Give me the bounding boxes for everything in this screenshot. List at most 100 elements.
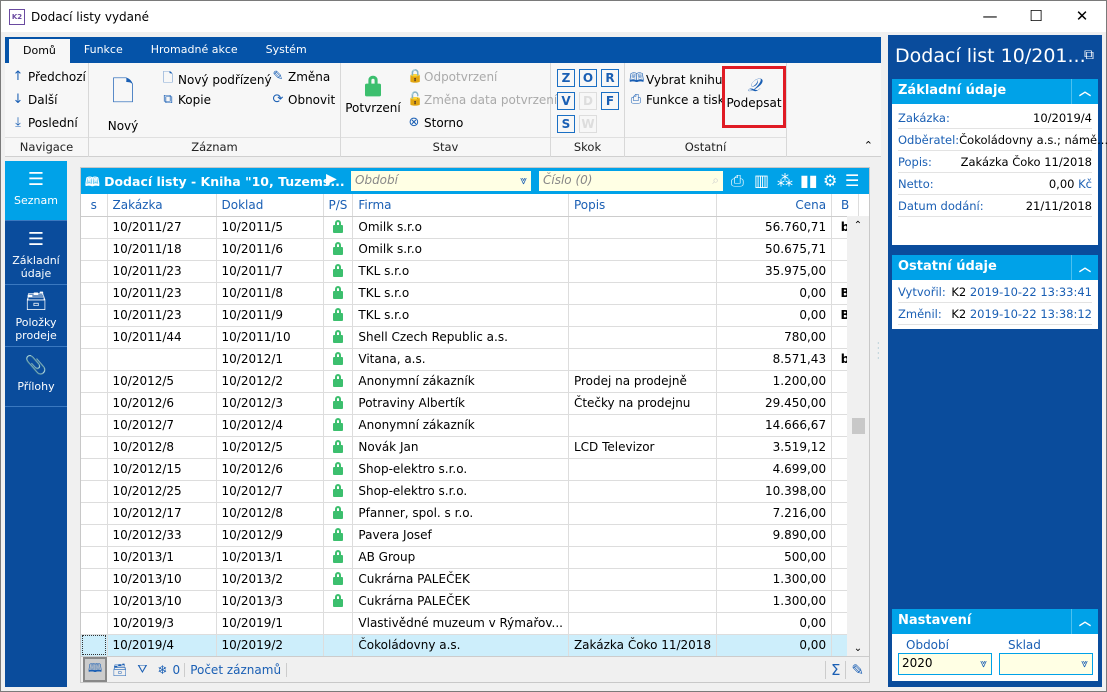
predchozi-button[interactable]: ↑ Předchozí bbox=[11, 69, 86, 84]
collapse-ribbon-icon[interactable]: ⌃ bbox=[864, 139, 873, 152]
cislo-input[interactable]: Číslo (0) ⌕ bbox=[539, 171, 723, 191]
table-row[interactable]: 10/2012/17 10/2012/8 Pfanner, spol. s r.o.… bbox=[81, 502, 860, 525]
nav-prilohy[interactable]: 📎 Přílohy bbox=[5, 347, 67, 407]
col-cena[interactable]: Cena bbox=[716, 194, 833, 217]
collapse-icon[interactable]: ︿ bbox=[1071, 255, 1098, 280]
popout-icon[interactable]: ⧉ bbox=[1084, 47, 1094, 63]
tab-funkce[interactable]: Funkce bbox=[70, 37, 137, 63]
nav-polozky-prodeje[interactable]: 🗃 Položky prodeje bbox=[5, 285, 67, 347]
kopie-label: Kopie bbox=[178, 92, 211, 107]
col-popis[interactable]: Popis bbox=[568, 194, 718, 217]
table-row[interactable]: 10/2011/23 10/2011/8 TKL s.r.o 0,00 B bbox=[81, 282, 860, 305]
vybrat-knihu-button[interactable]: 🕮 Vybrat knihu bbox=[629, 69, 723, 91]
archive-icon[interactable]: 🗃 bbox=[107, 663, 132, 677]
table-row[interactable]: 10/2012/25 10/2012/7 Shop-elektro s.r.o. 10… bbox=[81, 480, 860, 503]
maximize-button[interactable]: ☐ bbox=[1013, 1, 1059, 31]
novy-button[interactable]: 🗋 Nový bbox=[103, 71, 143, 133]
skok-z-button[interactable]: Z bbox=[557, 69, 575, 87]
zmena-button[interactable]: ✎ Změna bbox=[271, 69, 331, 84]
dalsi-button[interactable]: ↓ Další bbox=[11, 92, 58, 107]
skok-d-button[interactable]: D bbox=[579, 92, 597, 110]
columns-icon[interactable]: ▮▮ bbox=[800, 171, 818, 190]
novy-podrizeny-button[interactable]: 🗋 Nový podřízený bbox=[161, 69, 272, 91]
timestamp-link[interactable]: 2019-10-22 13:33:41 bbox=[970, 285, 1092, 299]
podepsat-button[interactable]: 𝒬 Podepsat bbox=[722, 66, 786, 128]
filter-icon[interactable]: ⛛ bbox=[132, 662, 152, 677]
posledni-button[interactable]: ⤓ Poslední bbox=[11, 115, 78, 130]
cubes-icon[interactable]: ⁂ bbox=[777, 171, 793, 190]
chart-icon[interactable]: ▥ bbox=[754, 171, 769, 190]
minimize-button[interactable]: — bbox=[967, 1, 1013, 31]
odpotvrzeni-button[interactable]: 🔒 Odpotvrzení bbox=[407, 69, 497, 84]
skok-o-button[interactable]: O bbox=[579, 69, 597, 87]
table-row[interactable]: 10/2012/5 10/2012/2 Anonymní zákazník Prode… bbox=[81, 370, 860, 393]
col-ps[interactable]: P/S bbox=[323, 194, 354, 217]
skok-r-button[interactable]: R bbox=[601, 69, 619, 87]
collapse-icon[interactable]: ︿ bbox=[1071, 609, 1098, 634]
vertical-scrollbar[interactable]: ⌃ ⌄ bbox=[847, 216, 869, 656]
snowflake-icon[interactable]: ❄ bbox=[152, 663, 172, 677]
obdobi-select[interactable]: 2020 ⩔ bbox=[898, 653, 992, 675]
edit-icon[interactable]: ✎ bbox=[845, 660, 869, 679]
sklad-select[interactable]: ⩔ bbox=[999, 653, 1093, 675]
skok-s-button[interactable]: S bbox=[557, 115, 575, 133]
table-row[interactable]: 10/2012/8 10/2012/5 Novák Jan LCD Televizor… bbox=[81, 436, 860, 459]
table-row[interactable]: 10/2012/15 10/2012/6 Shop-elektro s.r.o. 4.… bbox=[81, 458, 860, 481]
cell-popis bbox=[568, 546, 718, 569]
skok-f-button[interactable]: F bbox=[601, 92, 619, 110]
table-row[interactable]: 10/2013/10 10/2013/2 Cukrárna PALEČEK 1.300… bbox=[81, 568, 860, 591]
scroll-thumb[interactable] bbox=[852, 418, 865, 434]
table-row[interactable]: 10/2011/44 10/2011/10 Shell Czech Republic… bbox=[81, 326, 860, 349]
table-row[interactable]: 10/2012/1 Vitana, a.s. 8.571,43 b bbox=[81, 348, 860, 371]
table-row[interactable]: 10/2013/10 10/2013/3 Cukrárna PALEČEK 1.300… bbox=[81, 590, 860, 613]
table-row[interactable]: 10/2011/23 10/2011/7 TKL s.r.o 35.975,00 bbox=[81, 260, 860, 283]
menu-icon[interactable]: ☰ bbox=[845, 171, 859, 190]
scroll-up-icon[interactable]: ⌃ bbox=[847, 216, 869, 231]
print-icon[interactable]: ⎙ bbox=[731, 171, 744, 191]
search-icon[interactable]: ⌕ bbox=[712, 173, 719, 188]
tab-domu[interactable]: Domů bbox=[9, 39, 70, 63]
nav-seznam[interactable]: ☰ Seznam bbox=[5, 161, 67, 221]
col-zakazka[interactable]: Zakázka bbox=[107, 194, 217, 217]
dropdown-icon[interactable]: ⩔ bbox=[1081, 656, 1088, 671]
table-row[interactable]: 10/2019/3 10/2019/1 Vlastivědné muzeum v R… bbox=[81, 612, 860, 635]
record-count-button[interactable]: Počet záznamů bbox=[185, 662, 288, 677]
table-row[interactable]: 10/2019/4 10/2019/2 Čokoládovny a.s. Zakázk… bbox=[81, 634, 860, 657]
table-row[interactable]: 10/2012/6 10/2012/3 Potraviny Albertík Čteč… bbox=[81, 392, 860, 415]
sum-icon[interactable]: Σ bbox=[824, 660, 845, 679]
timestamp-link[interactable]: 2019-10-22 13:38:12 bbox=[970, 307, 1092, 321]
zmena-data-potvrzeni-button[interactable]: 🔓 Změna data potvrzení bbox=[407, 92, 557, 107]
collapse-icon[interactable]: ︿ bbox=[1071, 79, 1098, 104]
col-b[interactable]: B bbox=[831, 194, 860, 217]
tab-hromadne-akce[interactable]: Hromadné akce bbox=[137, 37, 252, 63]
skok-v-button[interactable]: V bbox=[557, 92, 575, 110]
play-icon[interactable]: ▶ bbox=[326, 171, 337, 187]
table-row[interactable]: 10/2013/1 10/2013/1 AB Group 500,00 bbox=[81, 546, 860, 569]
nav-zakladni-udaje[interactable]: ☰ Základní údaje bbox=[5, 223, 67, 285]
table-row[interactable]: 10/2011/18 10/2011/6 Omilk s.r.o 50.675,71 bbox=[81, 238, 860, 261]
table-row[interactable]: 10/2011/23 10/2011/9 TKL s.r.o 0,00 B bbox=[81, 304, 860, 327]
obnovit-button[interactable]: ⟳ Obnovit bbox=[271, 92, 336, 107]
gear-icon[interactable]: ⚙ bbox=[823, 171, 837, 190]
storno-button[interactable]: ⊗ Storno bbox=[407, 115, 464, 130]
col-firma[interactable]: Firma bbox=[352, 194, 569, 217]
scroll-down-icon[interactable]: ⌄ bbox=[847, 643, 869, 654]
tab-system[interactable]: Systém bbox=[252, 37, 321, 63]
kopie-button[interactable]: ⧉ Kopie bbox=[161, 92, 211, 107]
col-s[interactable]: s bbox=[81, 194, 108, 217]
obdobi-input[interactable]: Období ⩔ bbox=[351, 171, 531, 191]
splitter-handle[interactable]: · · · · bbox=[877, 340, 880, 363]
cell-firma: TKL s.r.o bbox=[352, 304, 569, 327]
close-button[interactable]: ✕ bbox=[1059, 1, 1105, 31]
funkce-a-tisk-button[interactable]: ⎙ Funkce a tisk bbox=[629, 92, 725, 107]
table-row[interactable]: 10/2012/33 10/2012/9 Pavera Josef 9.890,00 bbox=[81, 524, 860, 547]
potvrzeni-button[interactable]: Potvrzení bbox=[345, 75, 401, 115]
book-view-icon[interactable]: 🕮 bbox=[83, 657, 108, 682]
dropdown-icon[interactable]: ⩔ bbox=[520, 173, 527, 188]
table-row[interactable]: 10/2012/7 10/2012/4 Anonymní zákazník 14.66… bbox=[81, 414, 860, 437]
skok-w-button[interactable]: W bbox=[579, 115, 597, 133]
dropdown-icon[interactable]: ⩔ bbox=[980, 656, 987, 671]
grid-title[interactable]: 🕮 Dodací listy - Kniha "10, Tuzems... bbox=[85, 173, 345, 194]
col-doklad[interactable]: Doklad bbox=[216, 194, 324, 217]
table-row[interactable]: 10/2011/27 10/2011/5 Omilk s.r.o 56.760,71 b bbox=[81, 216, 860, 239]
